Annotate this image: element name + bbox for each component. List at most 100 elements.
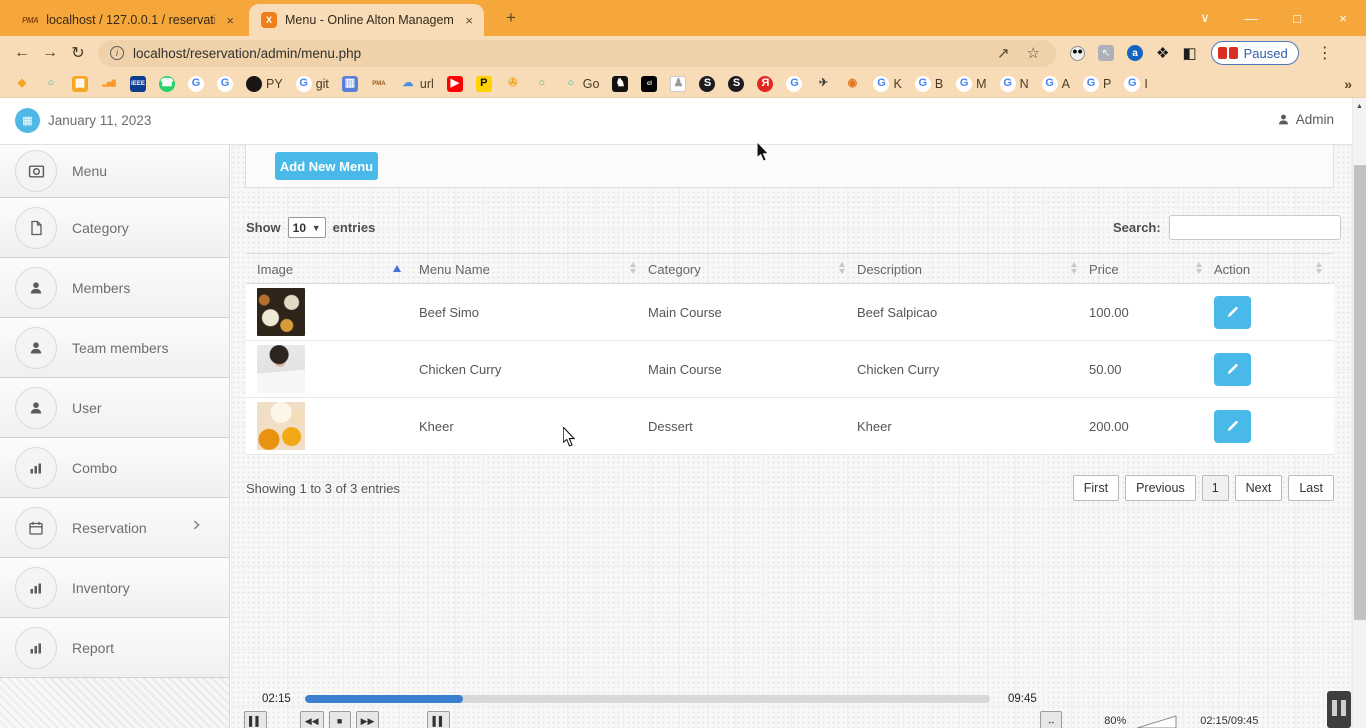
p-bookmark-icon[interactable]: P [476,76,492,92]
next-button[interactable]: ▶▶ [356,711,380,728]
close-tab-icon[interactable]: × [223,13,237,28]
ieee-bookmark-icon[interactable]: IEEE [130,76,146,92]
column-header-action[interactable]: Action [1214,254,1334,285]
stop-button[interactable]: ■ [329,711,351,728]
cloud-url-bookmark-icon[interactable]: ☁url [400,76,434,92]
google-bookmark-icon[interactable]: G [188,76,204,92]
sidebar-item-category[interactable]: Category [0,198,229,258]
bookmark-star-icon[interactable]: ☆ [1023,44,1044,62]
s-circle-bookmark-icon[interactable]: S [699,76,715,92]
pagination-page-1-button[interactable]: 1 [1202,475,1229,501]
scroll-up-arrow-icon[interactable]: ▲ [1353,98,1366,114]
seek-bar[interactable] [305,695,990,703]
admin-menu[interactable]: Admin [1277,112,1334,127]
google-b-bookmark-icon[interactable]: GB [915,76,943,92]
google-bookmark-icon[interactable]: G [786,76,802,92]
tab-menu-page[interactable]: X Menu - Online Alton Manageme × [249,4,484,36]
bird-bookmark-icon[interactable]: ♞ [612,76,628,92]
dark-mode-extension-icon[interactable]: ◧ [1182,44,1196,62]
column-header-category[interactable]: Category [648,254,857,285]
tab-search-chevron-icon[interactable]: ∨ [1182,0,1228,36]
tab-phpmyadmin[interactable]: PMA localhost / 127.0.0.1 / reservation … [10,4,245,36]
pagination-next-button[interactable]: Next [1235,475,1283,501]
share-icon[interactable]: ↗ [993,44,1014,62]
google-i-bookmark-icon[interactable]: GI [1124,76,1147,92]
fit-width-button[interactable]: ↔ [1040,711,1062,728]
grid-bookmark-icon[interactable]: ▦ [72,76,88,92]
google-p-bookmark-icon[interactable]: GP [1083,76,1111,92]
address-bar[interactable]: i localhost/reservation/admin/menu.php ↗… [98,40,1056,67]
cursor-extension-icon[interactable]: ↖ [1098,45,1114,61]
arrows-bookmark-icon[interactable]: ◆ [14,76,30,92]
sidebar-item-user[interactable]: User [0,378,229,438]
url-text[interactable]: localhost/reservation/admin/menu.php [133,46,984,61]
sidebar-item-members[interactable]: Members [0,258,229,318]
page-length-select[interactable]: 10 ▼ [288,217,326,238]
analytics-bookmark-icon[interactable]: ▂▅█ [101,76,117,92]
close-window-button[interactable]: × [1320,0,1366,36]
frame-step-button[interactable]: ▌▌ [427,711,450,728]
pause-button[interactable]: ▌▌ [244,711,267,728]
google-bookmark-icon[interactable]: G [217,76,233,92]
green-ring-bookmark-icon[interactable]: ○ [534,76,550,92]
edit-menu-button[interactable] [1214,353,1251,386]
description-cell: Kheer [857,419,1089,434]
a-extension-icon[interactable]: a [1127,45,1143,61]
camera-bookmark-icon[interactable]: ✇ [505,76,521,92]
recorder-pause-button[interactable] [1327,691,1351,728]
add-new-menu-button[interactable]: Add New Menu [275,152,378,180]
phpmyadmin-bookmark-icon[interactable]: PMA [371,76,387,92]
pagination-previous-button[interactable]: Previous [1125,475,1196,501]
new-tab-button[interactable]: + [500,7,522,29]
maximize-button[interactable]: □ [1274,0,1320,36]
godaddy-bookmark-icon[interactable]: ○ [43,76,59,92]
browser-menu-icon[interactable]: ⋮ [1311,43,1339,63]
search-input[interactable] [1169,215,1341,240]
column-header-price[interactable]: Price [1089,254,1214,285]
forward-icon[interactable]: → [36,39,64,67]
column-header-image[interactable]: Image [257,254,419,285]
scrollbar-thumb[interactable] [1354,165,1366,620]
eye-bookmark-icon[interactable]: ◉ [844,76,860,92]
yandex-bookmark-icon[interactable]: Я [757,76,773,92]
sidebar-item-report[interactable]: Report [0,618,229,678]
youtube-bookmark-icon[interactable]: ▶ [447,76,463,92]
back-icon[interactable]: ← [8,39,36,67]
s-circle-bookmark-icon[interactable]: S [728,76,744,92]
profile-paused-chip[interactable]: Paused [1211,41,1299,65]
pagination-first-button[interactable]: First [1073,475,1119,501]
panda-extension-icon[interactable] [1070,46,1085,61]
elapsed-time: 02:15 [262,693,305,705]
sidebar-item-team-members[interactable]: Team members [0,318,229,378]
site-info-icon[interactable]: i [110,46,124,60]
github-bookmark-icon[interactable]: PY [246,76,283,92]
column-header-description[interactable]: Description [857,254,1089,285]
whatsapp-bookmark-icon[interactable]: ☎ [159,76,175,92]
cl-bookmark-icon[interactable]: cl [641,76,657,92]
godaddy-go-bookmark-icon[interactable]: ○Go [563,76,600,92]
google-a-bookmark-icon[interactable]: GA [1042,76,1070,92]
page-scrollbar[interactable]: ▲ [1352,98,1366,728]
google-m-bookmark-icon[interactable]: GM [956,76,986,92]
edit-menu-button[interactable] [1214,296,1251,329]
sidebar-item-combo[interactable]: Combo [0,438,229,498]
close-tab-icon[interactable]: × [462,13,476,28]
plane-bookmark-icon[interactable]: ✈ [815,76,831,92]
vault-bookmark-icon[interactable]: ▥ [342,76,358,92]
minimize-button[interactable]: — [1228,0,1274,36]
google-n-bookmark-icon[interactable]: GN [1000,76,1029,92]
sidebar-item-menu[interactable]: Menu [0,145,229,198]
sidebar-item-inventory[interactable]: Inventory [0,558,229,618]
sidebar-item-reservation[interactable]: Reservation [0,498,229,558]
google-git-bookmark-icon[interactable]: Ggit [296,76,329,92]
column-header-menu-name[interactable]: Menu Name [419,254,648,285]
edit-menu-button[interactable] [1214,410,1251,443]
bookmarks-overflow-icon[interactable]: » [1344,76,1352,92]
pagination-last-button[interactable]: Last [1288,475,1334,501]
google-k-bookmark-icon[interactable]: GK [873,76,901,92]
reload-icon[interactable]: ↻ [64,39,92,67]
extensions-puzzle-icon[interactable]: ❖ [1156,44,1169,62]
previous-button[interactable]: ◀◀ [300,711,324,728]
volume-slider[interactable] [1136,715,1178,728]
person-sketch-bookmark-icon[interactable]: ♟ [670,76,686,92]
